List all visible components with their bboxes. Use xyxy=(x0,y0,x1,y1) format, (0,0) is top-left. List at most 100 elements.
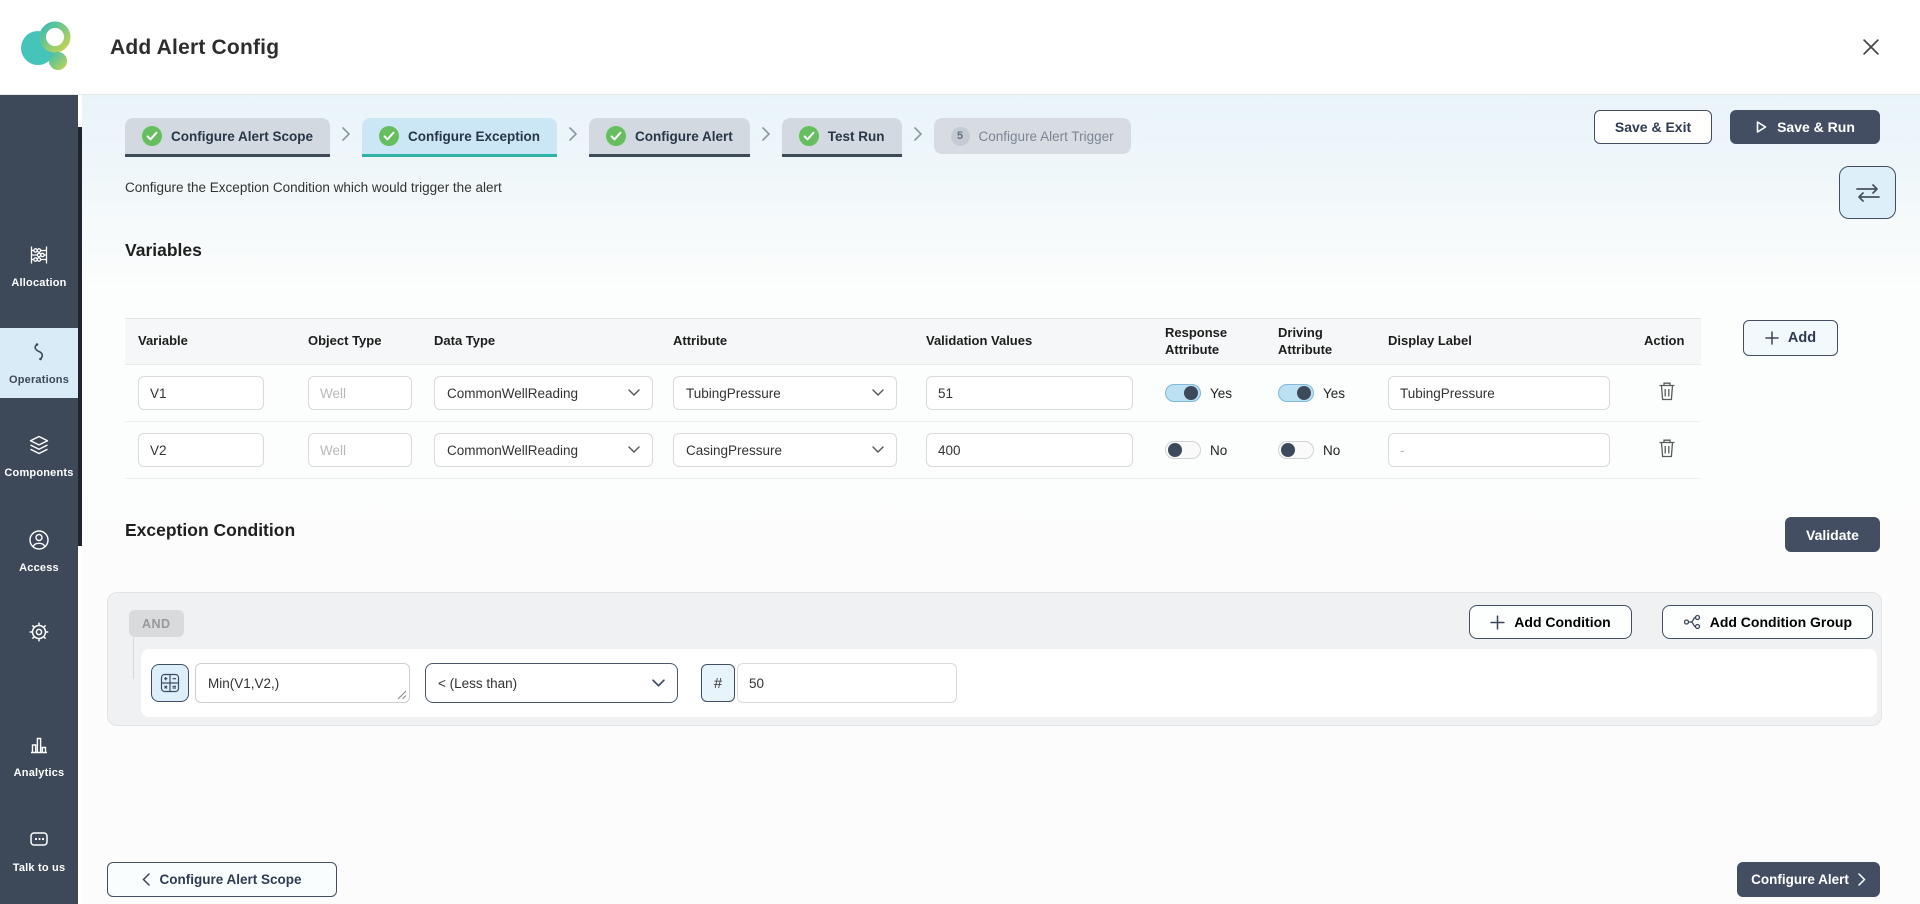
save-and-run-button[interactable]: Save & Run xyxy=(1730,110,1880,144)
col-header-attribute: Attribute xyxy=(673,333,926,349)
tree-connector-line xyxy=(133,637,134,679)
variable-row: CommonWellReading CasingPressure No No xyxy=(125,422,1701,479)
response-attribute-toggle[interactable] xyxy=(1165,384,1201,402)
content-area xyxy=(82,95,1920,904)
chevron-down-icon xyxy=(652,679,665,688)
variable-name-input[interactable] xyxy=(138,376,264,410)
back-step-label: Configure Alert Scope xyxy=(159,872,301,887)
add-variable-button[interactable]: Add xyxy=(1743,320,1838,356)
condition-operator-select[interactable]: < (Less than) xyxy=(425,663,678,703)
attribute-select[interactable]: TubingPressure xyxy=(673,376,897,410)
validation-values-input[interactable] xyxy=(926,433,1133,467)
close-icon[interactable] xyxy=(1860,36,1882,58)
back-step-button[interactable]: Configure Alert Scope xyxy=(107,862,337,897)
sidebar-item-settings[interactable] xyxy=(0,613,78,656)
driving-attribute-toggle[interactable] xyxy=(1278,384,1314,402)
swap-view-button[interactable] xyxy=(1839,166,1896,219)
value-type-button[interactable]: # xyxy=(701,664,735,702)
add-condition-group-button[interactable]: Add Condition Group xyxy=(1662,605,1873,639)
sidebar-item-components[interactable]: Components xyxy=(0,425,78,487)
display-label-input[interactable] xyxy=(1388,376,1610,410)
content-scrollbar[interactable] xyxy=(78,127,82,546)
check-icon xyxy=(379,126,399,146)
save-run-label: Save & Run xyxy=(1777,119,1855,135)
driving-attribute-state: No xyxy=(1323,443,1340,458)
col-header-response-attribute: Response Attribute xyxy=(1165,325,1245,358)
col-header-data-type: Data Type xyxy=(434,333,673,349)
validation-values-input[interactable] xyxy=(926,376,1133,410)
variables-heading: Variables xyxy=(125,240,202,261)
chevron-down-icon xyxy=(872,446,884,454)
data-type-value: CommonWellReading xyxy=(447,386,578,401)
sidebar-item-label: Analytics xyxy=(14,767,65,779)
delete-row-icon[interactable] xyxy=(1658,381,1678,403)
table-header-row: Variable Object Type Data Type Attribute… xyxy=(125,319,1701,365)
col-header-variable: Variable xyxy=(138,333,308,349)
gear-icon xyxy=(26,619,52,650)
add-alert-config-window: Add Alert Config Allocation xyxy=(0,0,1920,904)
check-icon xyxy=(799,126,819,146)
attribute-value: CasingPressure xyxy=(686,443,782,458)
formula-builder-button[interactable] xyxy=(151,664,189,702)
allocation-icon xyxy=(27,243,51,272)
plus-icon xyxy=(1490,615,1505,630)
operations-icon xyxy=(27,340,51,369)
step-configure-alert-trigger[interactable]: 5 Configure Alert Trigger xyxy=(934,118,1131,157)
save-and-exit-button[interactable]: Save & Exit xyxy=(1594,110,1712,144)
plus-icon xyxy=(1765,331,1779,345)
step-configure-alert[interactable]: Configure Alert xyxy=(589,118,750,157)
add-condition-button[interactable]: Add Condition xyxy=(1469,605,1631,639)
sidebar-item-label: Components xyxy=(4,467,73,479)
next-step-button[interactable]: Configure Alert xyxy=(1737,862,1880,897)
sidebar-item-access[interactable]: Access xyxy=(0,520,78,582)
group-operator-chip[interactable]: AND xyxy=(129,610,184,637)
driving-attribute-toggle[interactable] xyxy=(1278,441,1314,459)
validate-label: Validate xyxy=(1806,527,1859,543)
operator-value: < (Less than) xyxy=(438,676,517,691)
check-icon xyxy=(606,126,626,146)
wizard-stepper: Configure Alert Scope Configure Exceptio… xyxy=(125,118,1131,157)
sidebar-item-analytics[interactable]: Analytics xyxy=(0,725,78,787)
swap-arrows-icon xyxy=(1853,181,1883,205)
display-label-input[interactable] xyxy=(1388,433,1610,467)
step-configure-exception[interactable]: Configure Exception xyxy=(362,118,557,157)
step-label: Configure Alert Trigger xyxy=(979,129,1114,144)
condition-row: < (Less than) # xyxy=(141,649,1877,717)
data-type-select[interactable]: CommonWellReading xyxy=(434,433,653,467)
chevron-down-icon xyxy=(628,446,640,454)
sidebar: Allocation Operations Components xyxy=(0,95,78,904)
step-number-badge: 5 xyxy=(951,127,970,146)
top-bar: Add Alert Config xyxy=(0,0,1920,95)
step-configure-alert-scope[interactable]: Configure Alert Scope xyxy=(125,118,330,157)
validate-button[interactable]: Validate xyxy=(1785,517,1880,552)
condition-formula-input[interactable] xyxy=(195,663,410,703)
response-attribute-state: No xyxy=(1210,443,1227,458)
data-type-select[interactable]: CommonWellReading xyxy=(434,376,653,410)
step-label: Test Run xyxy=(828,129,885,144)
sidebar-item-label: Access xyxy=(19,562,59,574)
chevron-right-icon xyxy=(341,126,351,147)
components-icon xyxy=(27,433,51,462)
chevron-right-icon xyxy=(1858,873,1866,886)
step-test-run[interactable]: Test Run xyxy=(782,118,902,157)
object-type-input[interactable] xyxy=(308,433,412,467)
response-attribute-toggle[interactable] xyxy=(1165,441,1201,459)
sidebar-item-operations[interactable]: Operations xyxy=(0,328,78,398)
variable-name-input[interactable] xyxy=(138,433,264,467)
condition-value-input[interactable] xyxy=(737,663,957,703)
branch-icon xyxy=(1683,614,1701,630)
col-header-action: Action xyxy=(1644,333,1701,349)
chevron-right-icon xyxy=(913,126,923,147)
delete-row-icon[interactable] xyxy=(1658,438,1678,460)
resize-grip-icon[interactable] xyxy=(397,690,407,700)
step-description: Configure the Exception Condition which … xyxy=(125,180,502,195)
attribute-value: TubingPressure xyxy=(686,386,781,401)
add-label: Add xyxy=(1788,330,1816,346)
object-type-input[interactable] xyxy=(308,376,412,410)
chevron-down-icon xyxy=(628,389,640,397)
step-label: Configure Alert Scope xyxy=(171,129,313,144)
sidebar-item-allocation[interactable]: Allocation xyxy=(0,235,78,297)
attribute-select[interactable]: CasingPressure xyxy=(673,433,897,467)
add-condition-group-label: Add Condition Group xyxy=(1710,614,1852,630)
sidebar-item-talk-to-us[interactable]: Talk to us xyxy=(0,820,78,882)
